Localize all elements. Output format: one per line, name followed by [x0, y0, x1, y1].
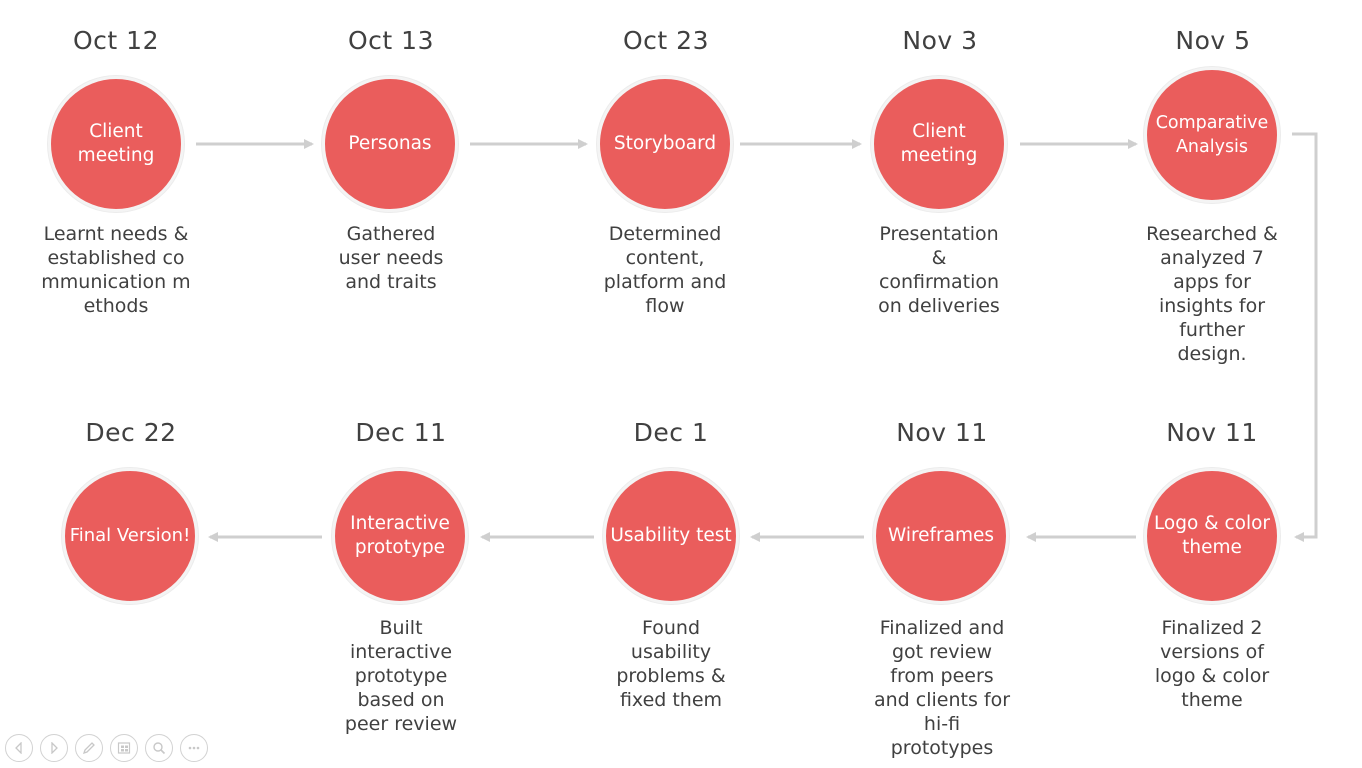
milestone-circle: Storyboard	[597, 76, 733, 212]
milestone-date: Dec 11	[355, 418, 447, 447]
see-all-slides-button[interactable]	[110, 734, 138, 762]
milestone-date: Oct 12	[73, 26, 159, 55]
milestone-label: Personas	[348, 133, 432, 154]
milestone-circle: Final Version!	[62, 468, 198, 604]
milestone-description: Gathered user needs and traits	[338, 223, 444, 293]
pen-icon	[82, 742, 95, 755]
milestone-description: Presentation & confirmation on deliverie…	[878, 223, 1000, 317]
milestone-label: Comparative Analysis	[1155, 113, 1269, 157]
milestone-description: Finalized and got review from peers and …	[873, 617, 1011, 759]
milestone-label: Storyboard	[613, 133, 717, 154]
milestone-description: Determined content, platform and flow	[603, 223, 727, 317]
milestone-date: Nov 3	[902, 26, 978, 55]
milestone-circle: Client meeting	[871, 76, 1007, 212]
milestone-description: Finalized 2 versions of logo & color the…	[1154, 617, 1270, 711]
milestone-label: Final Version!	[69, 525, 191, 546]
milestone-date: Dec 22	[85, 418, 177, 447]
milestone-label: Wireframes	[887, 525, 995, 546]
milestone-circle: Usability test	[603, 468, 739, 604]
zoom-icon	[153, 742, 166, 755]
milestone-description: Researched & analyzed 7 apps for insight…	[1146, 223, 1278, 365]
milestone-label: Interactive prototype	[350, 513, 450, 558]
timeline-diagram: Oct 12 Client meeting Learnt needs & est…	[0, 0, 1362, 768]
zoom-button[interactable]	[145, 734, 173, 762]
slideshow-controls	[5, 734, 208, 762]
milestone-label: Client meeting	[900, 121, 978, 166]
milestone-circle: Logo & color theme	[1144, 468, 1280, 604]
milestone-date: Nov 11	[896, 418, 988, 447]
milestone-date: Oct 13	[348, 26, 434, 55]
previous-icon	[15, 742, 22, 754]
next-icon	[51, 742, 58, 754]
next-slide-button[interactable]	[40, 734, 68, 762]
milestone-description: Learnt needs & established communication…	[41, 223, 191, 317]
more-icon	[188, 746, 200, 750]
milestone-circle: Comparative Analysis	[1144, 67, 1280, 203]
milestone-date: Nov 11	[1166, 418, 1258, 447]
milestone-label: Client meeting	[77, 121, 155, 166]
milestone-date: Dec 1	[633, 418, 709, 447]
milestone-circle: Client meeting	[48, 76, 184, 212]
slides-icon	[117, 742, 131, 754]
milestone-label: Usability test	[610, 525, 732, 546]
milestone-date: Nov 5	[1175, 26, 1251, 55]
more-options-button[interactable]	[180, 734, 208, 762]
milestone-date: Oct 23	[623, 26, 709, 55]
milestone-description: Built interactive prototype based on pee…	[344, 617, 458, 735]
milestone-circle: Personas	[322, 76, 458, 212]
milestone-circle: Wireframes	[873, 468, 1009, 604]
pen-button[interactable]	[75, 734, 103, 762]
previous-slide-button[interactable]	[5, 734, 33, 762]
milestone-label: Logo & color theme	[1153, 513, 1271, 558]
milestone-circle: Interactive prototype	[332, 468, 468, 604]
milestone-description: Found usability problems & fixed them	[616, 617, 726, 711]
arrow-5-6	[1292, 132, 1318, 542]
